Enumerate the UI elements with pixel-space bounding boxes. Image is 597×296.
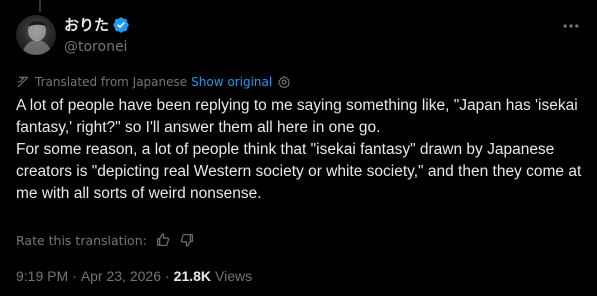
avatar-image: [22, 21, 52, 55]
post-meta: 9:19 PM · Apr 23, 2026 · 21.8K Views: [16, 266, 252, 286]
more-options-button[interactable]: [561, 16, 581, 36]
post-text: A lot of people have been replying to me…: [16, 97, 582, 202]
thumbs-up-icon[interactable]: [155, 232, 171, 248]
post-header: おりた @toronei: [16, 14, 581, 58]
post-date[interactable]: Apr 23, 2026: [81, 268, 161, 284]
more-horizontal-icon: [563, 24, 579, 28]
thread-line: [39, 0, 41, 12]
translation-label: Translated from Japanese: [35, 75, 188, 89]
meta-separator: ·: [72, 268, 77, 284]
author-names: おりた @toronei: [64, 14, 130, 57]
name-row: おりた: [64, 14, 130, 36]
translation-notice: Translated from Japanese Show original: [16, 73, 291, 91]
post-time[interactable]: 9:19 PM: [16, 268, 68, 284]
views-label: Views: [215, 268, 253, 284]
post-detail: おりた @toronei Translated from Japanese Sh…: [0, 0, 597, 296]
verified-badge-icon[interactable]: [112, 16, 130, 34]
thumbs-down-icon[interactable]: [179, 232, 195, 248]
translate-icon: [17, 76, 29, 88]
views-count[interactable]: 21.8K: [174, 268, 211, 284]
author-display-name[interactable]: おりた: [64, 15, 109, 35]
rate-translation: Rate this translation:: [16, 230, 195, 250]
avatar[interactable]: [16, 15, 56, 55]
meta-separator: ·: [164, 268, 170, 284]
gear-icon[interactable]: [277, 75, 291, 89]
author-handle[interactable]: @toronei: [64, 37, 130, 57]
rate-translation-label: Rate this translation:: [16, 232, 147, 248]
show-original-link[interactable]: Show original: [191, 75, 272, 89]
